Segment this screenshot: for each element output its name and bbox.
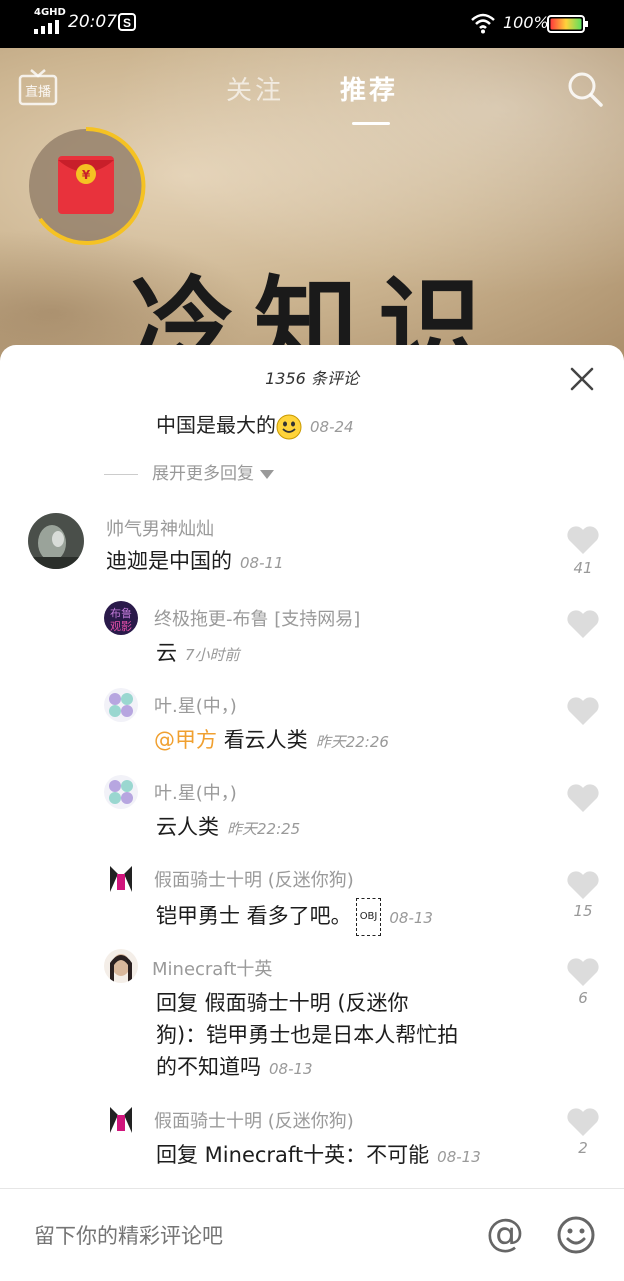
comment-text: @甲方 看云人类 昨天22:26 bbox=[154, 728, 389, 752]
wifi-icon bbox=[471, 13, 495, 34]
comment-input[interactable] bbox=[32, 1223, 456, 1249]
comment-count-title: 1356 条评论 bbox=[265, 369, 359, 388]
comment-username[interactable]: 终极拖更-布鲁 [支持网易] bbox=[154, 605, 360, 631]
avatar[interactable] bbox=[104, 775, 138, 809]
svg-text:观影: 观影 bbox=[110, 620, 132, 633]
active-tab-indicator bbox=[352, 122, 390, 125]
heart-icon[interactable] bbox=[566, 1107, 600, 1137]
app-notification-icon: S bbox=[118, 13, 136, 31]
avatar[interactable] bbox=[104, 949, 138, 983]
clock: 20:07 bbox=[68, 12, 117, 32]
svg-text:S: S bbox=[123, 16, 131, 30]
avatar[interactable]: 布鲁 观影 bbox=[104, 601, 138, 635]
like-count: 6 bbox=[578, 989, 588, 1007]
expand-replies-button[interactable]: 展开更多回复 bbox=[104, 459, 274, 484]
comment-text: 云 7小时前 bbox=[156, 641, 240, 665]
live-tv-icon[interactable]: 直播 bbox=[18, 68, 58, 108]
comment-text-line: 回复 假面骑士十明 (反迷你 bbox=[156, 991, 409, 1015]
at-mention-icon[interactable]: @ bbox=[486, 1213, 524, 1253]
battery-icon bbox=[547, 15, 588, 33]
comment-text-line: 的不知道吗 08-13 bbox=[156, 1055, 313, 1079]
svg-text:直播: 直播 bbox=[25, 85, 51, 100]
comment-text: 回复 Minecraft十英：不可能 08-13 bbox=[156, 1143, 481, 1167]
tab-recommend[interactable]: 推荐 bbox=[340, 70, 398, 107]
comment-username[interactable]: 叶.星(中，) bbox=[154, 692, 237, 718]
like-count: 15 bbox=[573, 902, 593, 920]
comment-username[interactable]: 假面骑士十明 (反迷你狗) bbox=[154, 866, 354, 892]
smile-emoji-icon bbox=[276, 414, 302, 439]
heart-icon[interactable] bbox=[566, 957, 600, 987]
comment-username[interactable]: 叶.星(中，) bbox=[154, 779, 237, 805]
reply-text: 中国是最大的 bbox=[156, 413, 276, 437]
svg-text:布鲁: 布鲁 bbox=[110, 606, 132, 620]
comment-username[interactable]: 假面骑士十明 (反迷你狗) bbox=[154, 1107, 354, 1133]
network-type: 4GHD bbox=[34, 7, 66, 18]
chevron-down-icon bbox=[260, 469, 274, 479]
mention-link[interactable]: @甲方 bbox=[154, 728, 217, 752]
avatar[interactable] bbox=[28, 513, 84, 569]
tab-follow[interactable]: 关注 bbox=[226, 70, 284, 107]
signal-icon bbox=[34, 20, 59, 34]
battery-percent: 100% bbox=[503, 13, 549, 32]
divider bbox=[104, 473, 138, 475]
like-count: 41 bbox=[573, 559, 593, 577]
avatar[interactable] bbox=[104, 862, 138, 896]
expand-label: 展开更多回复 bbox=[152, 464, 254, 484]
comment-text: 迪迦是中国的 08-11 bbox=[106, 549, 284, 573]
search-icon[interactable] bbox=[566, 70, 604, 108]
comment-username[interactable]: Minecraft十英 bbox=[152, 955, 272, 981]
comment-username[interactable]: 帅气男神灿灿 bbox=[106, 515, 214, 541]
avatar[interactable] bbox=[104, 1103, 138, 1137]
status-bar: 4GHD 20:07 S 100% bbox=[0, 0, 624, 48]
heart-icon[interactable] bbox=[566, 870, 600, 900]
comment-input-bar: @ bbox=[0, 1188, 624, 1281]
emoji-picker-icon[interactable] bbox=[556, 1215, 596, 1255]
reply-snippet: 中国是最大的 08-24 bbox=[156, 409, 354, 440]
heart-icon[interactable] bbox=[566, 696, 600, 726]
comments-sheet: 1356 条评论 中国是最大的 08-24 展开更多回复 帅气男神灿灿 迪迦是中… bbox=[0, 345, 624, 1280]
object-placeholder-icon: OBJ bbox=[355, 898, 382, 936]
like-count: 2 bbox=[578, 1139, 588, 1157]
close-icon[interactable] bbox=[568, 365, 596, 393]
comment-text: 云人类 昨天22:25 bbox=[156, 815, 301, 839]
red-packet-timer[interactable]: ¥ bbox=[26, 126, 146, 246]
heart-icon[interactable] bbox=[566, 609, 600, 639]
heart-icon[interactable] bbox=[566, 783, 600, 813]
svg-text:¥: ¥ bbox=[82, 168, 91, 182]
avatar[interactable] bbox=[104, 688, 138, 722]
comment-text-line: 狗)：铠甲勇士也是日本人帮忙拍 bbox=[156, 1023, 459, 1047]
reply-time: 08-24 bbox=[310, 418, 354, 436]
comment-text: 铠甲勇士 看多了吧。 OBJ 08-13 bbox=[156, 898, 433, 936]
heart-icon[interactable] bbox=[566, 525, 600, 555]
